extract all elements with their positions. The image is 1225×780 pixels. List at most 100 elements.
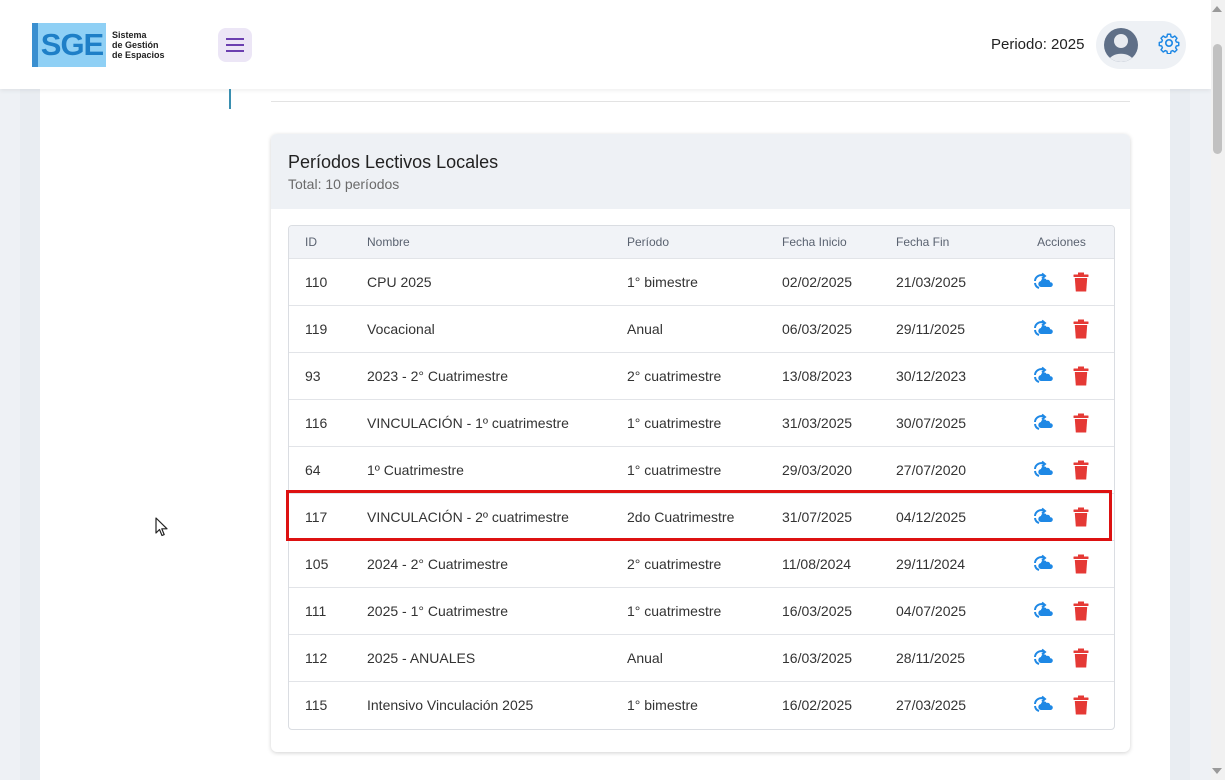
card-header: Períodos Lectivos Locales Total: 10 perí… bbox=[271, 134, 1130, 209]
delete-button[interactable] bbox=[1068, 504, 1094, 530]
table-row[interactable]: 64 1º Cuatrimestre 1° cuatrimestre 29/03/20… bbox=[289, 446, 1114, 493]
cell-periodo: 1° cuatrimestre bbox=[627, 602, 722, 619]
cell-fecha-fin: 28/11/2025 bbox=[896, 649, 966, 666]
sync-button[interactable] bbox=[1030, 363, 1056, 389]
cell-actions bbox=[1009, 587, 1114, 634]
trash-icon bbox=[1073, 507, 1088, 526]
cell-actions bbox=[1009, 493, 1114, 540]
cell-fecha-inicio: 06/03/2025 bbox=[782, 320, 853, 337]
cell-fecha-inicio: 02/02/2025 bbox=[782, 273, 853, 290]
sync-button[interactable] bbox=[1030, 457, 1056, 483]
cell-periodo: Anual bbox=[627, 320, 663, 337]
cell-actions bbox=[1009, 681, 1114, 728]
avatar[interactable] bbox=[1104, 28, 1138, 62]
table-row[interactable]: 105 2024 - 2° Cuatrimestre 2° cuatrimestre… bbox=[289, 540, 1114, 587]
cell-nombre: Intensivo Vinculación 2025 bbox=[367, 696, 534, 713]
delete-button[interactable] bbox=[1068, 457, 1094, 483]
page-gutter-right bbox=[1170, 0, 1190, 780]
sync-button[interactable] bbox=[1030, 316, 1056, 342]
cell-actions bbox=[1009, 399, 1114, 446]
card-title: Períodos Lectivos Locales bbox=[288, 152, 499, 172]
cell-fecha-inicio: 16/03/2025 bbox=[782, 649, 853, 666]
user-icon bbox=[1108, 34, 1134, 62]
table-row[interactable]: 117 VINCULACIÓN - 2º cuatrimestre 2do Cuat… bbox=[289, 493, 1114, 540]
delete-button[interactable] bbox=[1068, 598, 1094, 624]
gear-icon bbox=[1158, 33, 1180, 54]
sync-button[interactable] bbox=[1030, 410, 1056, 436]
cell-fecha-inicio: 16/03/2025 bbox=[782, 602, 853, 619]
scroll-up-arrow[interactable] bbox=[1212, 6, 1222, 12]
table-row[interactable]: 110 CPU 2025 1° bimestre 02/02/2025 21/03/20… bbox=[289, 258, 1114, 305]
cell-periodo: 2° cuatrimestre bbox=[627, 367, 722, 384]
trash-icon bbox=[1073, 648, 1088, 667]
sync-button[interactable] bbox=[1030, 269, 1056, 295]
column-header[interactable]: Nombre bbox=[367, 226, 627, 258]
hamburger-menu-button[interactable] bbox=[218, 28, 252, 62]
cell-periodo: 1° bimestre bbox=[627, 696, 698, 713]
scroll-down-arrow[interactable] bbox=[1212, 768, 1222, 774]
table-body: 110 CPU 2025 1° bimestre 02/02/2025 21/03/20… bbox=[289, 258, 1114, 728]
sync-button[interactable] bbox=[1030, 598, 1056, 624]
cell-actions bbox=[1009, 305, 1114, 352]
cell-nombre: VINCULACIÓN - 1º cuatrimestre bbox=[367, 414, 569, 431]
cell-fecha-fin: 29/11/2025 bbox=[896, 320, 966, 337]
column-header[interactable]: Período bbox=[627, 226, 782, 258]
logo-line: de Espacios bbox=[112, 50, 165, 60]
delete-button[interactable] bbox=[1068, 316, 1094, 342]
cell-fecha-fin: 04/12/2025 bbox=[896, 508, 967, 525]
cell-id: 119 bbox=[305, 320, 328, 337]
sync-cloud-icon bbox=[1033, 272, 1053, 289]
cell-fecha-inicio: 31/03/2025 bbox=[782, 414, 853, 431]
cell-actions bbox=[1009, 540, 1114, 587]
table-row[interactable]: 93 2023 - 2° Cuatrimestre 2° cuatrimestre 1… bbox=[289, 352, 1114, 399]
page-gutter-left bbox=[20, 0, 40, 780]
table-row[interactable]: 115 Intensivo Vinculación 2025 1° bimestre… bbox=[289, 681, 1114, 728]
sidebar-indicator bbox=[229, 89, 231, 109]
sync-button[interactable] bbox=[1030, 645, 1056, 671]
delete-button[interactable] bbox=[1068, 645, 1094, 671]
delete-button[interactable] bbox=[1068, 269, 1094, 295]
period-label: Periodo: 2025 bbox=[991, 36, 1085, 53]
logo-line: Sistema bbox=[112, 30, 147, 40]
cell-fecha-fin: 29/11/2024 bbox=[896, 555, 966, 572]
cell-actions bbox=[1009, 446, 1114, 493]
cell-fecha-inicio: 16/02/2025 bbox=[782, 696, 853, 713]
sync-button[interactable] bbox=[1030, 504, 1056, 530]
column-header: Acciones bbox=[1037, 234, 1086, 249]
app-logo[interactable]: SGE Sistema de Gestión de Espacios bbox=[32, 22, 172, 68]
scrollbar-thumb[interactable] bbox=[1213, 44, 1222, 154]
sync-button[interactable] bbox=[1030, 551, 1056, 577]
user-menu[interactable] bbox=[1096, 21, 1186, 69]
sync-button[interactable] bbox=[1030, 692, 1056, 718]
sync-cloud-icon bbox=[1033, 554, 1053, 571]
cell-actions bbox=[1009, 634, 1114, 681]
cell-periodo: 1° cuatrimestre bbox=[627, 414, 722, 431]
trash-icon bbox=[1073, 272, 1088, 291]
table-row[interactable]: 116 VINCULACIÓN - 1º cuatrimestre 1° cuatr… bbox=[289, 399, 1114, 446]
trash-icon bbox=[1073, 319, 1088, 338]
sync-cloud-icon bbox=[1033, 319, 1053, 336]
delete-button[interactable] bbox=[1068, 363, 1094, 389]
settings-button[interactable] bbox=[1158, 32, 1180, 59]
trash-icon bbox=[1073, 413, 1088, 432]
sync-cloud-icon bbox=[1033, 507, 1053, 524]
table-row[interactable]: 111 2025 - 1° Cuatrimestre 1° cuatrimestre… bbox=[289, 587, 1114, 634]
cell-id: 115 bbox=[305, 696, 328, 713]
cell-id: 111 bbox=[305, 602, 327, 619]
cell-fecha-inicio: 29/03/2020 bbox=[782, 461, 853, 478]
column-header[interactable]: Fecha Fin bbox=[896, 226, 1009, 258]
table-row[interactable]: 119 Vocacional Anual 06/03/2025 29/11/2025 bbox=[289, 305, 1114, 352]
cell-fecha-inicio: 13/08/2023 bbox=[782, 367, 853, 384]
menu-icon bbox=[226, 38, 244, 52]
cell-nombre: VINCULACIÓN - 2º cuatrimestre bbox=[367, 508, 569, 525]
column-header[interactable]: Fecha Inicio bbox=[782, 226, 896, 258]
trash-icon bbox=[1073, 460, 1088, 479]
table-row[interactable]: 112 2025 - ANUALES Anual 16/03/2025 28/11/20… bbox=[289, 634, 1114, 681]
delete-button[interactable] bbox=[1068, 410, 1094, 436]
sync-cloud-icon bbox=[1033, 601, 1053, 618]
column-header[interactable]: ID bbox=[289, 226, 367, 258]
divider bbox=[271, 101, 1130, 102]
delete-button[interactable] bbox=[1068, 692, 1094, 718]
sync-cloud-icon bbox=[1033, 413, 1053, 430]
delete-button[interactable] bbox=[1068, 551, 1094, 577]
